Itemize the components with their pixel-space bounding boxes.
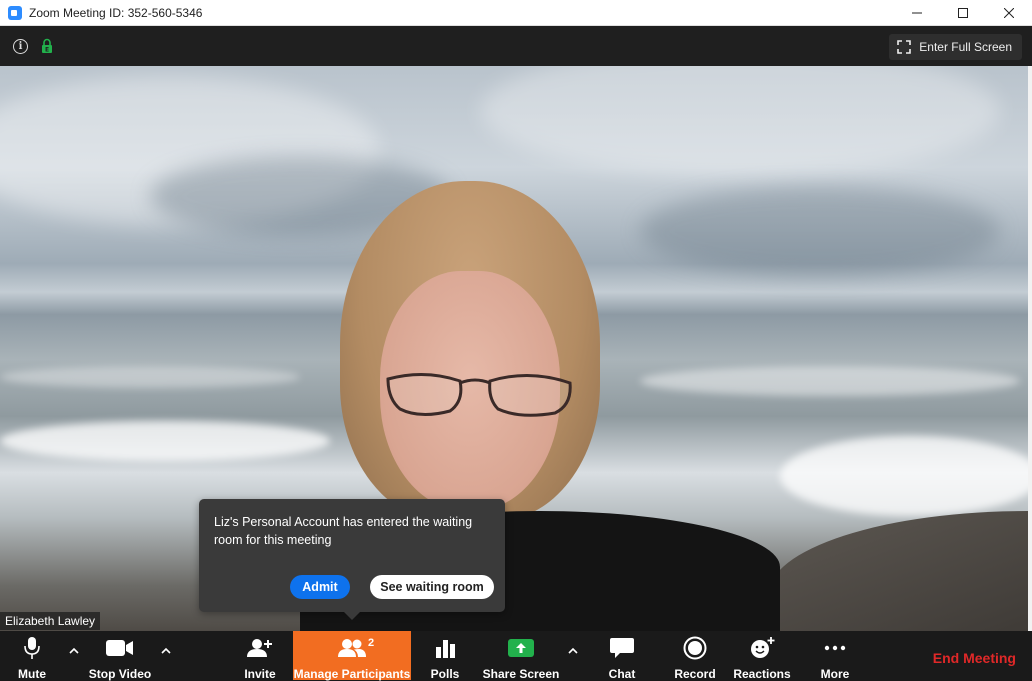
window-controls xyxy=(894,0,1032,26)
bar-chart-icon xyxy=(436,640,455,658)
polls-label: Polls xyxy=(430,667,460,681)
participant-count-badge: 2 xyxy=(368,637,375,649)
maximize-icon[interactable] xyxy=(940,0,986,26)
mute-label: Mute xyxy=(18,667,46,681)
share-options-chevron-icon[interactable] xyxy=(567,645,579,657)
beach-sand xyxy=(768,511,1028,631)
participant-name-tag: Elizabeth Lawley xyxy=(0,612,101,630)
share-screen-label: Share Screen xyxy=(482,667,560,681)
participants-icon xyxy=(338,639,366,657)
chat-label: Chat xyxy=(608,667,636,681)
stop-video-label: Stop Video xyxy=(88,667,152,681)
record-icon xyxy=(683,636,707,660)
mute-button[interactable]: Mute xyxy=(12,631,52,681)
end-meeting-button[interactable]: End Meeting xyxy=(933,650,1016,666)
chat-button[interactable]: Chat xyxy=(604,631,640,681)
minimize-icon[interactable] xyxy=(894,0,940,26)
waiting-room-message: Liz's Personal Account has entered the w… xyxy=(214,515,473,547)
invite-button[interactable]: Invite xyxy=(240,631,280,681)
see-waiting-room-button[interactable]: See waiting room xyxy=(370,575,494,599)
invite-label: Invite xyxy=(244,667,276,681)
meeting-toolbar: Mute Stop Video Invite 2 Manage Particip… xyxy=(0,631,1032,681)
share-screen-icon xyxy=(508,639,534,657)
svg-text:E: E xyxy=(45,47,49,54)
video-feed: Elizabeth Lawley xyxy=(0,66,1028,631)
close-icon[interactable] xyxy=(986,0,1032,26)
lock-icon[interactable]: E xyxy=(41,38,53,59)
chat-bubble-icon xyxy=(610,638,634,658)
meeting-info-bar: i E Enter Full Screen xyxy=(0,26,1032,66)
enter-full-screen-button[interactable]: Enter Full Screen xyxy=(889,34,1022,60)
window-edge xyxy=(1028,66,1032,631)
manage-participants-label: Manage Participants xyxy=(293,667,411,681)
zoom-app-icon xyxy=(8,5,22,20)
more-button[interactable]: More xyxy=(817,631,853,681)
manage-participants-button[interactable]: 2 Manage Participants xyxy=(293,631,411,681)
polls-button[interactable]: Polls xyxy=(428,631,462,681)
video-camera-icon xyxy=(106,640,133,656)
admit-button[interactable]: Admit xyxy=(290,575,350,599)
waiting-room-notification: Liz's Personal Account has entered the w… xyxy=(199,499,505,620)
window-title: Zoom Meeting ID: 352-560-5346 xyxy=(29,5,203,20)
stop-video-button[interactable]: Stop Video xyxy=(88,631,152,681)
share-screen-button[interactable]: Share Screen xyxy=(483,631,559,681)
video-options-chevron-icon[interactable] xyxy=(160,645,172,657)
reactions-label: Reactions xyxy=(733,667,791,681)
more-dots-icon xyxy=(824,645,846,651)
popup-pointer xyxy=(344,612,360,620)
title-bar: Zoom Meeting ID: 352-560-5346 xyxy=(0,0,1032,26)
smiley-add-icon xyxy=(751,637,775,658)
more-label: More xyxy=(820,667,850,681)
glasses xyxy=(386,372,572,417)
audio-options-chevron-icon[interactable] xyxy=(68,645,80,657)
info-icon[interactable]: i xyxy=(13,39,28,54)
fullscreen-label: Enter Full Screen xyxy=(919,40,1012,54)
record-label: Record xyxy=(674,667,716,681)
record-button[interactable]: Record xyxy=(674,631,716,681)
fullscreen-icon xyxy=(897,40,912,54)
microphone-icon xyxy=(24,637,40,659)
add-person-icon xyxy=(247,639,272,657)
reactions-button[interactable]: Reactions xyxy=(733,631,791,681)
